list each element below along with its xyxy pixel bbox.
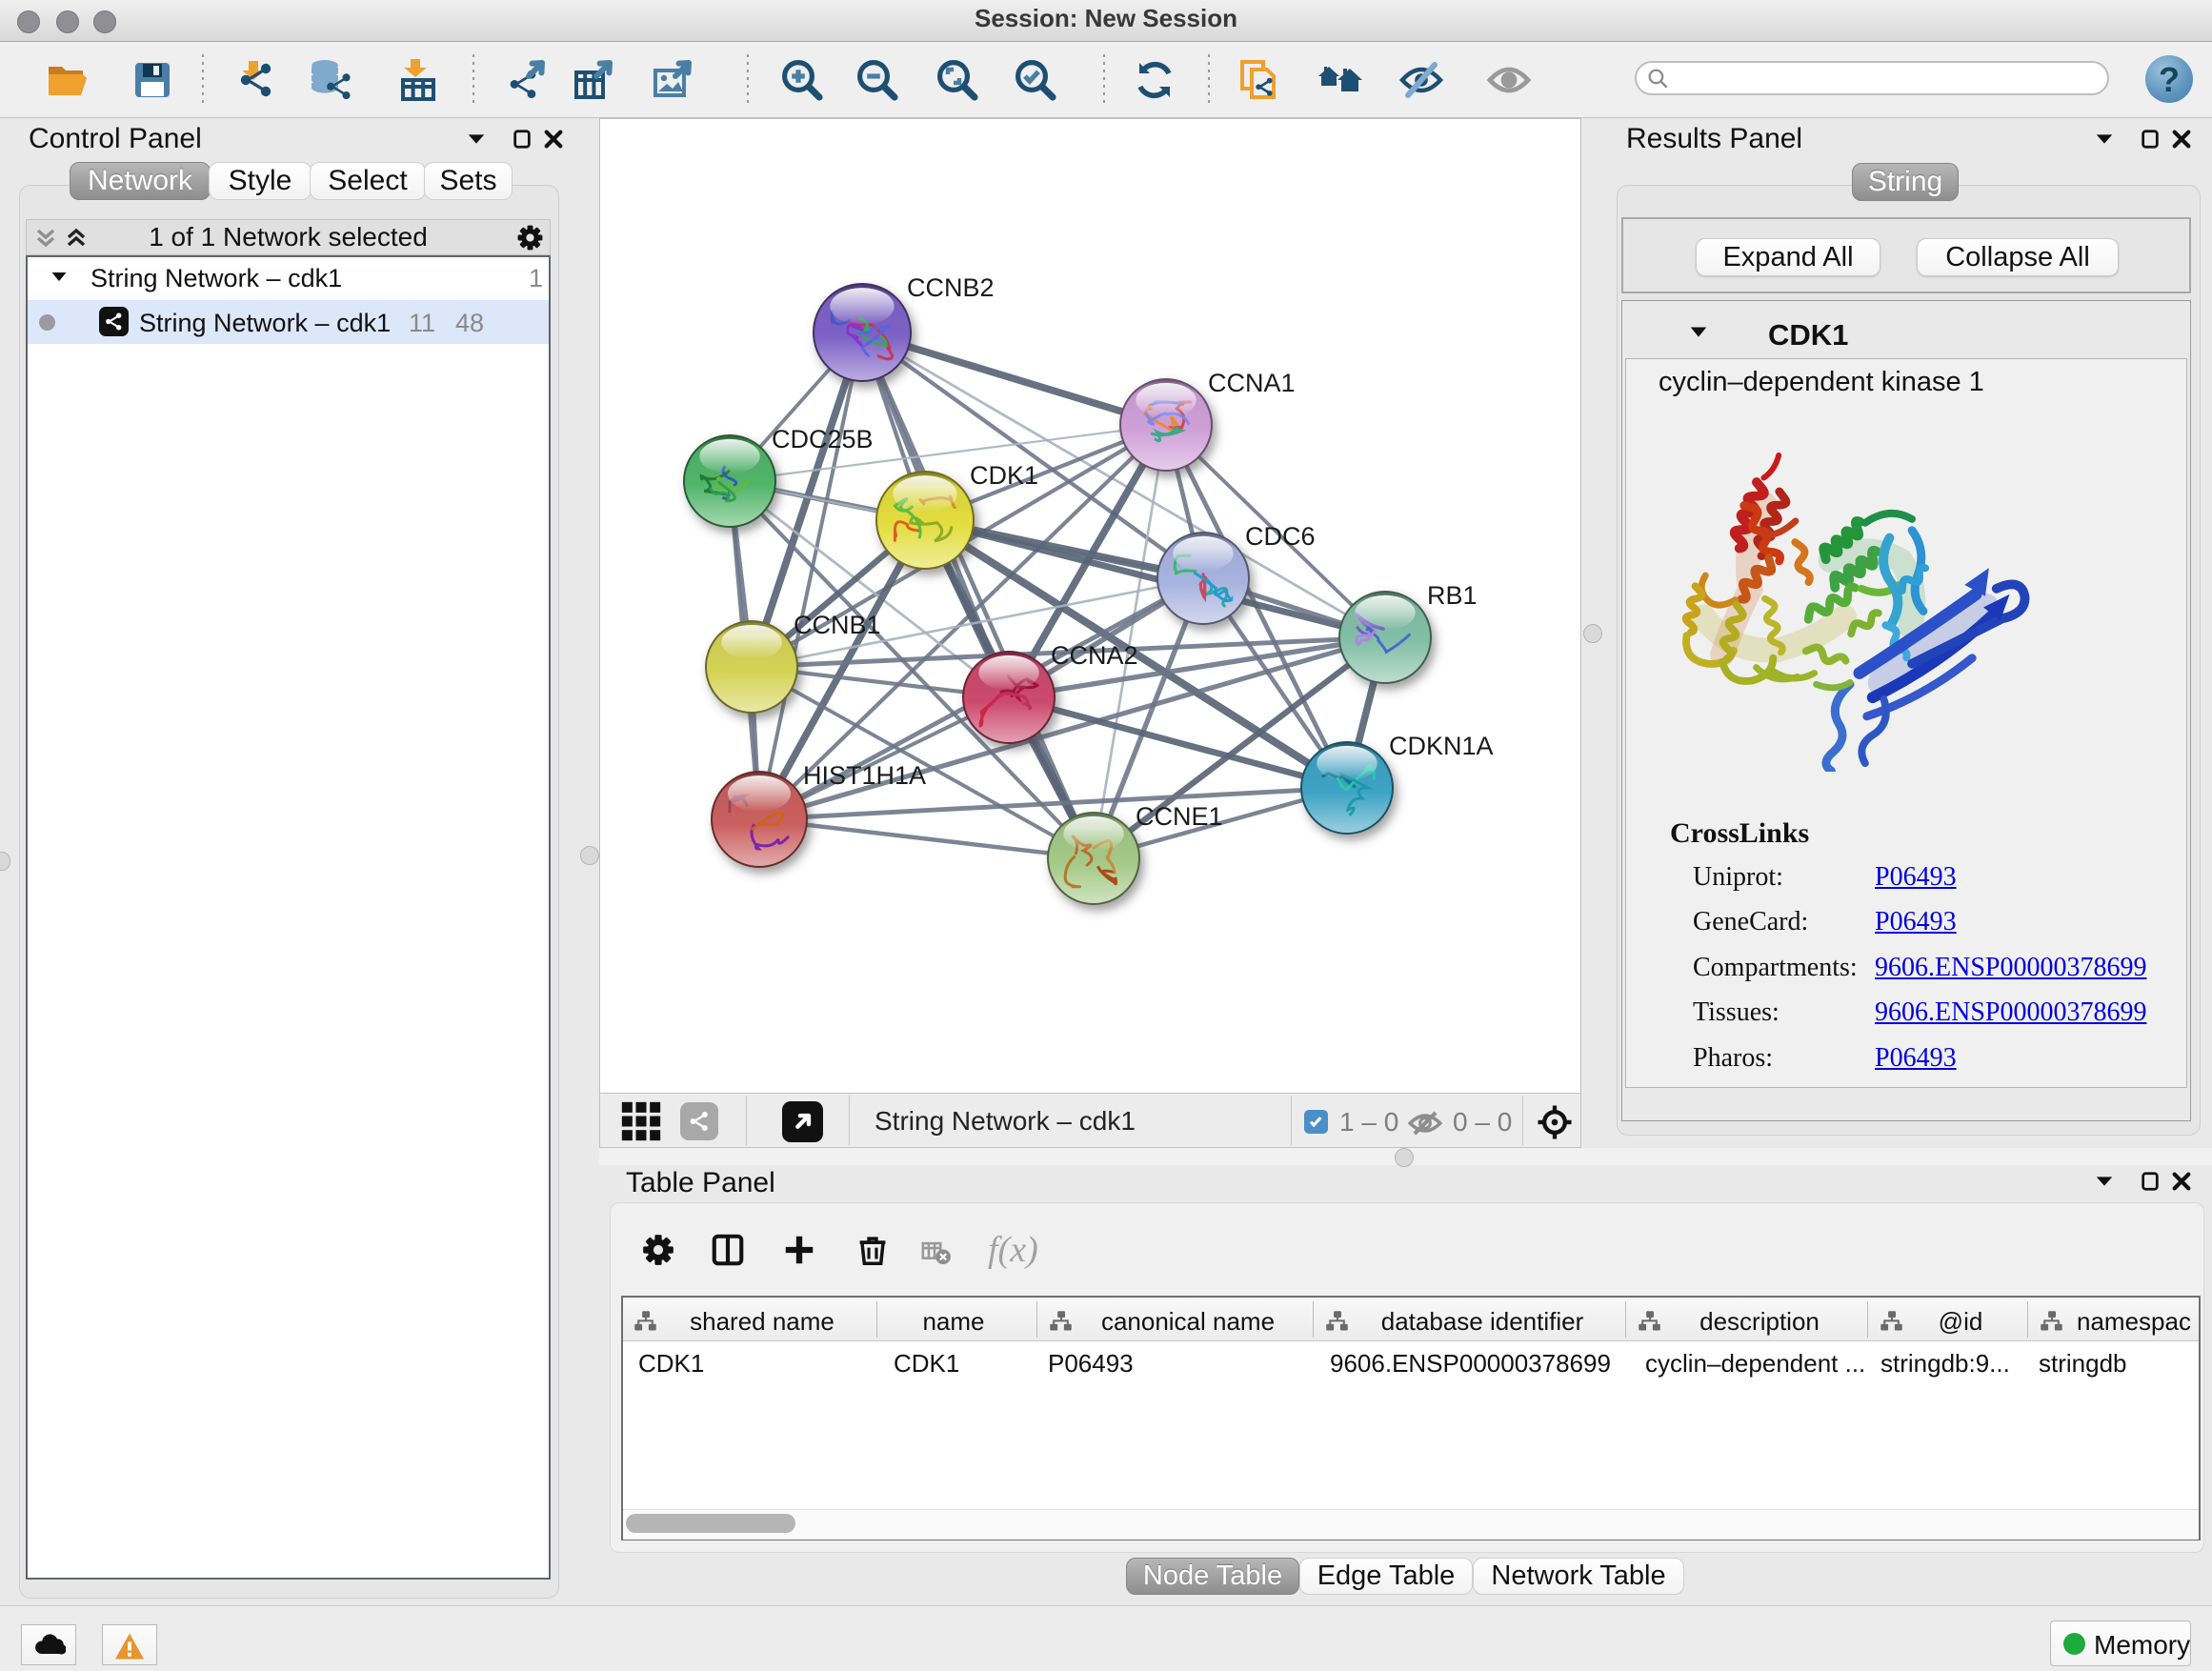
svg-text:CDK1: CDK1 (970, 461, 1038, 490)
svg-text:RB1: RB1 (1427, 581, 1478, 610)
svg-text:CCNB2: CCNB2 (907, 273, 995, 302)
svg-text:HIST1H1A: HIST1H1A (803, 761, 926, 790)
svg-text:CDC6: CDC6 (1245, 522, 1316, 551)
svg-text:CCNB1: CCNB1 (794, 611, 881, 639)
svg-text:CDKN1A: CDKN1A (1389, 732, 1494, 760)
svg-text:CDC25B: CDC25B (772, 425, 874, 453)
svg-text:CCNA2: CCNA2 (1051, 641, 1138, 670)
svg-text:CCNA1: CCNA1 (1208, 369, 1296, 397)
svg-text:CCNE1: CCNE1 (1136, 802, 1223, 831)
